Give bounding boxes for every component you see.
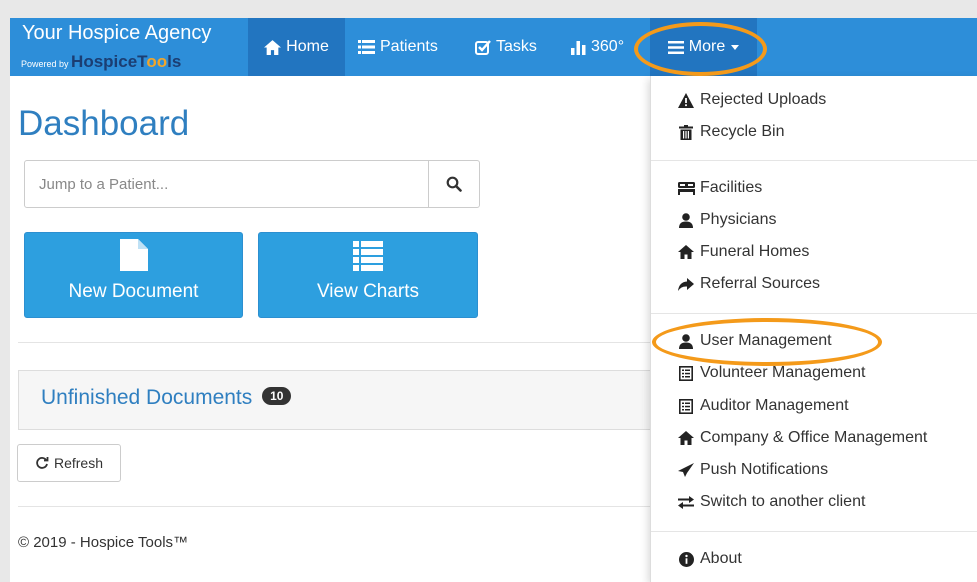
nav-360[interactable]: 360° <box>571 18 624 76</box>
new-document-label: New Document <box>68 281 199 302</box>
menu-item-label: Referral Sources <box>700 275 821 292</box>
menu-item-label: Company & Office Management <box>700 429 928 446</box>
app-page: Your Hospice Agency Powered by HospiceTo… <box>10 18 977 582</box>
menu-item-label: Push Notifications <box>700 461 829 478</box>
top-navbar: Your Hospice Agency Powered by HospiceTo… <box>10 18 977 76</box>
unfinished-documents-panel[interactable]: Unfinished Documents 10 <box>18 370 665 430</box>
caret-down-icon <box>731 44 740 50</box>
menu-item-label: User Management <box>700 332 832 349</box>
new-document-button[interactable]: New Document <box>24 232 243 318</box>
menu-item-label: Volunteer Management <box>700 364 866 381</box>
menu-item-switch-client[interactable]: Switch to another client <box>676 489 865 515</box>
menu-divider <box>651 313 977 314</box>
refresh-icon <box>36 457 49 469</box>
menu-divider <box>651 160 977 161</box>
search-button[interactable] <box>428 161 479 207</box>
menu-item-label: Rejected Uploads <box>700 91 827 108</box>
check-square-icon <box>475 39 491 55</box>
divider <box>18 342 658 343</box>
menu-item-label: Recycle Bin <box>700 123 785 140</box>
nav-home[interactable]: Home <box>248 18 345 76</box>
nav-tasks[interactable]: Tasks <box>475 18 537 76</box>
refresh-button[interactable]: Refresh <box>17 444 121 482</box>
hospice-tools-logo: HospiceTools <box>71 52 182 71</box>
list-alt-icon <box>679 398 693 414</box>
trash-icon <box>679 124 693 140</box>
transfer-icon <box>678 495 694 509</box>
list-icon <box>358 40 375 54</box>
footer-divider <box>18 506 658 507</box>
nav-more-label: More <box>688 38 726 55</box>
send-icon <box>678 463 694 477</box>
menu-item-referral-sources[interactable]: Referral Sources <box>676 271 820 297</box>
nav-patients[interactable]: Patients <box>358 18 438 76</box>
home-icon <box>264 39 282 55</box>
menu-item-label: Facilities <box>700 179 763 196</box>
menu-item-volunteer-management[interactable]: Volunteer Management <box>676 360 865 386</box>
view-charts-button[interactable]: View Charts <box>258 232 478 318</box>
refresh-label: Refresh <box>53 455 104 471</box>
menu-item-about[interactable]: About <box>676 546 742 572</box>
footer-copyright: © 2019 - Hospice Tools™ <box>18 534 189 551</box>
more-dropdown-menu: Rejected Uploads Recycle Bin Facilities … <box>650 76 977 582</box>
user-icon <box>679 212 693 228</box>
nav-more-dropdown-toggle[interactable]: More <box>650 18 757 76</box>
menu-item-label: Auditor Management <box>700 397 849 414</box>
menu-item-label: Funeral Homes <box>700 243 810 260</box>
brand-powered-by: Powered by HospiceTools <box>21 52 181 72</box>
info-icon <box>678 551 694 567</box>
unfinished-documents-label: Unfinished Documents <box>41 386 253 409</box>
menu-item-company-office-management[interactable]: Company & Office Management <box>676 425 927 451</box>
menu-item-label: Switch to another client <box>700 493 866 510</box>
powered-by-text: Powered by <box>21 59 69 69</box>
page-title: Dashboard <box>18 104 190 143</box>
unfinished-count-badge: 10 <box>262 387 292 406</box>
nav-tasks-label: Tasks <box>496 38 537 55</box>
brand[interactable]: Your Hospice Agency Powered by HospiceTo… <box>10 18 248 76</box>
nav-patients-label: Patients <box>380 38 438 55</box>
hamburger-icon <box>667 40 684 54</box>
menu-item-funeral-homes[interactable]: Funeral Homes <box>676 239 809 265</box>
menu-divider <box>651 531 977 532</box>
warning-icon <box>678 92 694 108</box>
menu-item-facilities[interactable]: Facilities <box>676 175 762 201</box>
menu-item-auditor-management[interactable]: Auditor Management <box>676 393 849 419</box>
menu-item-label: About <box>700 550 742 567</box>
patient-search-input[interactable] <box>25 161 428 207</box>
search-icon <box>446 176 462 192</box>
share-arrow-icon <box>678 277 694 291</box>
bar-chart-icon <box>571 40 586 55</box>
view-charts-label: View Charts <box>316 281 420 302</box>
menu-item-physicians[interactable]: Physicians <box>676 207 776 233</box>
unfinished-documents-heading: Unfinished Documents 10 <box>41 386 292 410</box>
menu-item-recycle-bin[interactable]: Recycle Bin <box>676 119 784 145</box>
menu-item-rejected-uploads[interactable]: Rejected Uploads <box>676 87 826 113</box>
list-icon <box>353 241 383 271</box>
bed-icon <box>677 181 695 195</box>
document-icon <box>119 239 148 271</box>
menu-item-push-notifications[interactable]: Push Notifications <box>676 457 828 483</box>
menu-item-label: Physicians <box>700 211 777 228</box>
nav-360-label: 360° <box>591 38 625 55</box>
list-alt-icon <box>679 365 693 381</box>
brand-title: Your Hospice Agency <box>22 22 212 44</box>
patient-search <box>24 160 480 208</box>
user-icon <box>679 333 693 349</box>
menu-item-user-management[interactable]: User Management <box>676 328 832 354</box>
home-icon <box>678 431 694 445</box>
nav-home-label: Home <box>286 38 329 55</box>
home-icon <box>678 245 694 259</box>
